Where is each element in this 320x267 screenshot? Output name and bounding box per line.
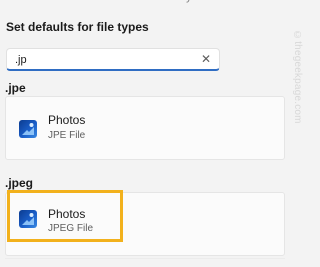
photos-icon [19, 120, 37, 138]
highlight-box [7, 190, 123, 242]
bottom-separator [5, 258, 285, 259]
app-name: Photos [48, 113, 86, 127]
search-value: .jp [15, 54, 27, 66]
default-app-button-jpe[interactable]: Photos JPE File [5, 96, 285, 160]
file-type-search-input[interactable]: .jp ✕ [6, 48, 220, 71]
file-type-description: JPE File [48, 130, 86, 141]
cropped-text-fragment: by [180, 0, 235, 3]
section-heading: Set defaults for file types [6, 20, 149, 34]
extension-label-jpe: .jpe [5, 81, 26, 95]
close-icon[interactable]: ✕ [201, 52, 211, 66]
watermark: ©thegeekpage.com [292, 30, 303, 124]
extension-label-jpeg: .jpeg [5, 176, 34, 190]
